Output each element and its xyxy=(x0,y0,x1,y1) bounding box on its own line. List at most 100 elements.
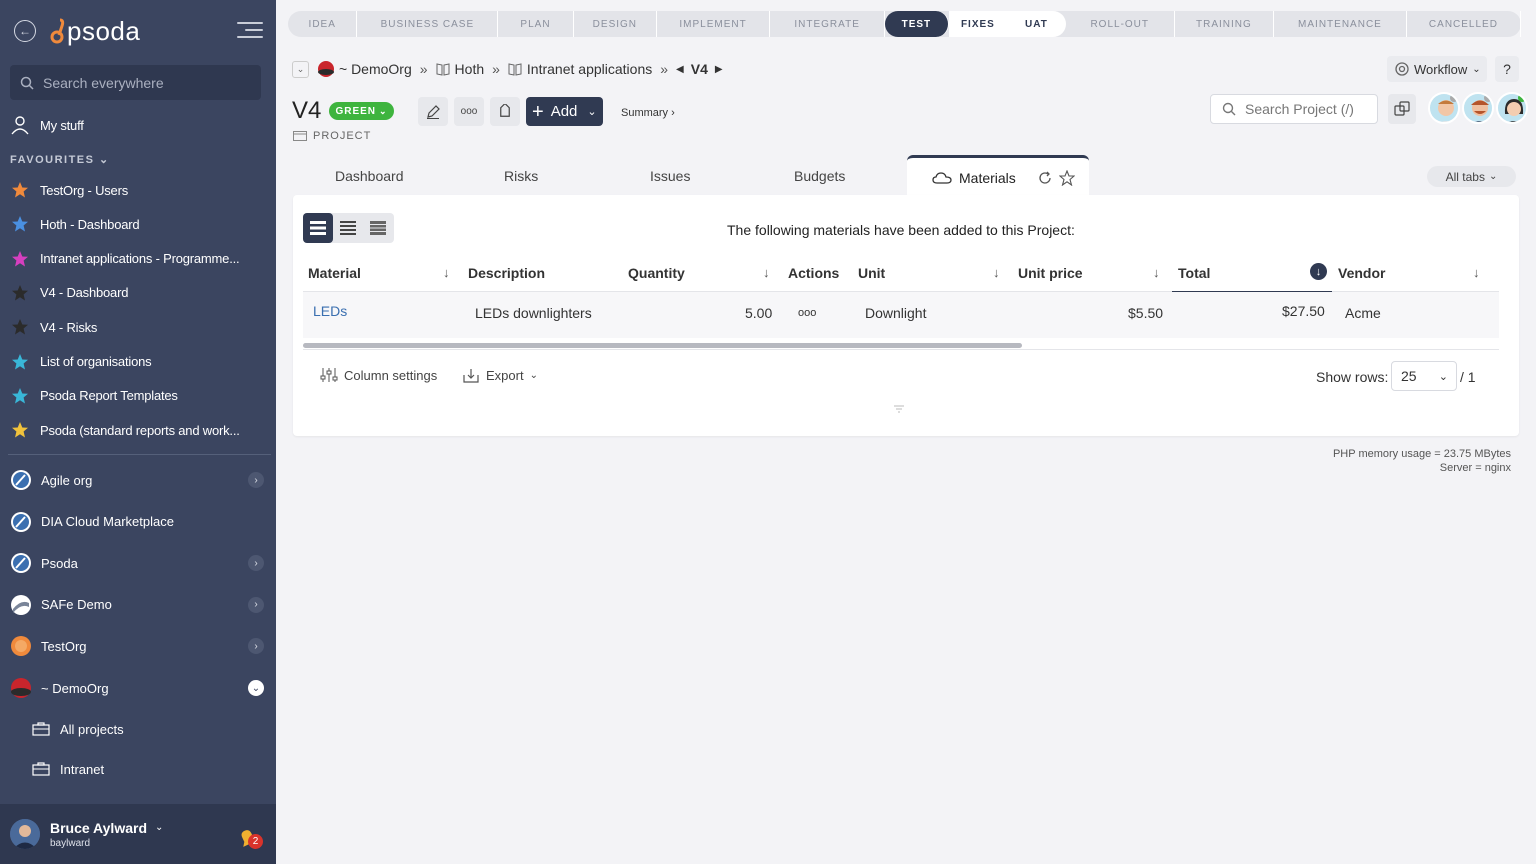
org-logo-icon xyxy=(11,511,31,532)
tag-button[interactable] xyxy=(490,97,520,126)
phase-test[interactable]: TEST xyxy=(885,11,949,37)
sidebar-favourite-item[interactable]: V4 - Risks xyxy=(0,312,276,342)
team-member-avatar[interactable] xyxy=(1496,92,1528,124)
sidebar-org-item[interactable]: DIA Cloud Marketplace xyxy=(0,504,276,540)
column-header-description[interactable]: Description xyxy=(468,265,545,281)
sort-arrow-icon[interactable]: ↓ xyxy=(993,265,1000,280)
sidebar-org-item[interactable]: Agile org › xyxy=(0,462,276,498)
density-comfortable-button[interactable] xyxy=(303,213,333,243)
phase-fixes[interactable]: FIXES xyxy=(948,11,1009,37)
sidebar-favourite-item[interactable]: Psoda Report Templates xyxy=(0,381,276,411)
tab-risks[interactable]: Risks xyxy=(504,168,538,184)
phase-business-case[interactable]: BUSINESS CASE xyxy=(357,11,499,37)
psoda-logo[interactable]: psoda xyxy=(50,14,140,48)
more-actions-button[interactable]: ooo xyxy=(454,97,484,126)
phase-training[interactable]: TRAINING xyxy=(1175,11,1274,37)
tab-dashboard[interactable]: Dashboard xyxy=(335,168,404,184)
chevron-down-icon: ⌄ xyxy=(99,154,110,166)
sort-arrow-icon[interactable]: ↓ xyxy=(1153,265,1160,280)
sort-arrow-icon[interactable]: ↓ xyxy=(763,265,770,280)
export-label: Export xyxy=(486,367,524,383)
edit-button[interactable] xyxy=(418,97,448,126)
next-arrow-icon[interactable]: ▶ xyxy=(715,64,723,75)
column-header-quantity[interactable]: Quantity xyxy=(628,265,685,281)
refresh-icon[interactable] xyxy=(1038,171,1052,185)
sort-active-icon[interactable]: ↓ xyxy=(1310,263,1327,280)
collapse-menu-icon[interactable] xyxy=(237,22,263,40)
help-button[interactable]: ? xyxy=(1495,56,1519,82)
all-tabs-button[interactable]: All tabs ⌄ xyxy=(1427,166,1516,187)
phase-maintenance[interactable]: MAINTENANCE xyxy=(1274,11,1407,37)
column-header-unit-price[interactable]: Unit price xyxy=(1018,265,1083,281)
phase-integrate[interactable]: INTEGRATE xyxy=(770,11,886,37)
sort-arrow-icon[interactable]: ↓ xyxy=(1473,265,1480,280)
tab-materials[interactable]: Materials xyxy=(907,155,1089,197)
team-member-avatar[interactable] xyxy=(1428,92,1460,124)
phase-idea[interactable]: IDEA xyxy=(288,11,358,37)
sidebar-org-item[interactable]: SAFe Demo › xyxy=(0,587,276,623)
sort-arrow-icon[interactable]: ↓ xyxy=(443,265,450,280)
previous-arrow-icon[interactable]: ◀ xyxy=(676,64,684,75)
column-header-unit[interactable]: Unit xyxy=(858,265,885,281)
sidebar-favourite-item[interactable]: Hoth - Dashboard xyxy=(0,209,276,239)
column-settings-button[interactable]: Column settings xyxy=(320,367,437,383)
row-actions-ellipsis-icon[interactable]: ooo xyxy=(798,307,816,319)
user-panel[interactable]: Bruce Aylward ⌄ baylward xyxy=(0,804,276,864)
sidebar-favourite-item[interactable]: List of organisations xyxy=(0,347,276,377)
sidebar-item-my-stuff[interactable]: My stuff xyxy=(0,110,276,140)
status-badge[interactable]: GREEN ⌄ xyxy=(329,102,394,120)
sidebar-item-all-projects[interactable]: All projects xyxy=(32,714,262,744)
plus-icon: + xyxy=(532,100,544,123)
back-arrow-icon[interactable]: ← xyxy=(14,20,36,42)
breadcrumb-dropdown[interactable]: ⌄ xyxy=(292,60,309,78)
column-header-total[interactable]: Total xyxy=(1178,265,1210,281)
resize-handle-icon[interactable] xyxy=(893,405,905,413)
favourites-heading[interactable]: FAVOURITES ⌄ xyxy=(10,153,110,166)
sidebar-org-item[interactable]: Psoda › xyxy=(0,545,276,581)
workflow-button[interactable]: Workflow ⌄ xyxy=(1387,56,1487,82)
phase-roll-out[interactable]: ROLL-OUT xyxy=(1066,11,1175,37)
sidebar-favourite-item[interactable]: Psoda (standard reports and work... xyxy=(0,415,276,445)
phase-uat[interactable]: UAT xyxy=(1008,11,1066,37)
chevron-right-icon[interactable]: › xyxy=(248,596,264,613)
density-dense-button[interactable] xyxy=(363,213,393,243)
sidebar-favourite-item[interactable]: V4 - Dashboard xyxy=(0,278,276,308)
phase-cancelled[interactable]: CANCELLED xyxy=(1407,11,1521,37)
summary-link[interactable]: Summary › xyxy=(621,107,675,119)
sidebar-divider xyxy=(8,454,271,455)
sidebar-org-item[interactable]: TestOrg › xyxy=(0,628,276,664)
cell-unit: Downlight xyxy=(865,305,927,321)
export-button[interactable]: Export ⌄ xyxy=(463,367,538,383)
phase-plan[interactable]: PLAN xyxy=(498,11,574,37)
share-button[interactable] xyxy=(1388,94,1416,124)
breadcrumb-programme[interactable]: Intranet applications xyxy=(527,61,652,77)
horizontal-scrollbar[interactable] xyxy=(303,343,1022,348)
chevron-right-icon[interactable]: › xyxy=(248,638,264,655)
column-header-material[interactable]: Material xyxy=(308,265,361,281)
phase-design[interactable]: DESIGN xyxy=(574,11,658,37)
tab-budgets[interactable]: Budgets xyxy=(794,168,845,184)
favourite-label: Hoth - Dashboard xyxy=(40,216,140,232)
star-icon[interactable] xyxy=(1058,169,1075,186)
chevron-right-icon[interactable]: › xyxy=(248,472,264,488)
chevron-down-icon[interactable]: ⌄ xyxy=(248,680,264,696)
add-button[interactable]: + Add ⌄ xyxy=(526,97,603,126)
sidebar-favourite-item[interactable]: TestOrg - Users xyxy=(0,175,276,205)
table-footer-divider xyxy=(303,349,1499,350)
phase-implement[interactable]: IMPLEMENT xyxy=(657,11,771,37)
project-search-input[interactable]: Search Project (/) xyxy=(1210,94,1378,124)
tab-issues[interactable]: Issues xyxy=(650,168,690,184)
sidebar-search-input[interactable]: Search everywhere xyxy=(10,65,261,100)
density-compact-button[interactable] xyxy=(333,213,363,243)
sidebar-item-intranet[interactable]: Intranet xyxy=(32,754,262,784)
breadcrumb-org[interactable]: ~ DemoOrg xyxy=(339,61,412,77)
breadcrumb-hoth[interactable]: Hoth xyxy=(455,61,485,77)
chevron-right-icon[interactable]: › xyxy=(248,555,264,572)
sidebar-org-item[interactable]: ~ DemoOrg ⌄ xyxy=(0,670,276,706)
sidebar-favourite-item[interactable]: Intranet applications - Programme... xyxy=(0,244,276,274)
chevron-down-icon: ⌄ xyxy=(1488,171,1498,182)
material-link[interactable]: LEDs xyxy=(313,303,347,319)
team-member-avatar[interactable] xyxy=(1462,92,1494,124)
column-header-vendor[interactable]: Vendor xyxy=(1338,265,1385,281)
rows-per-page-select[interactable]: 25 ⌄ xyxy=(1391,361,1457,391)
